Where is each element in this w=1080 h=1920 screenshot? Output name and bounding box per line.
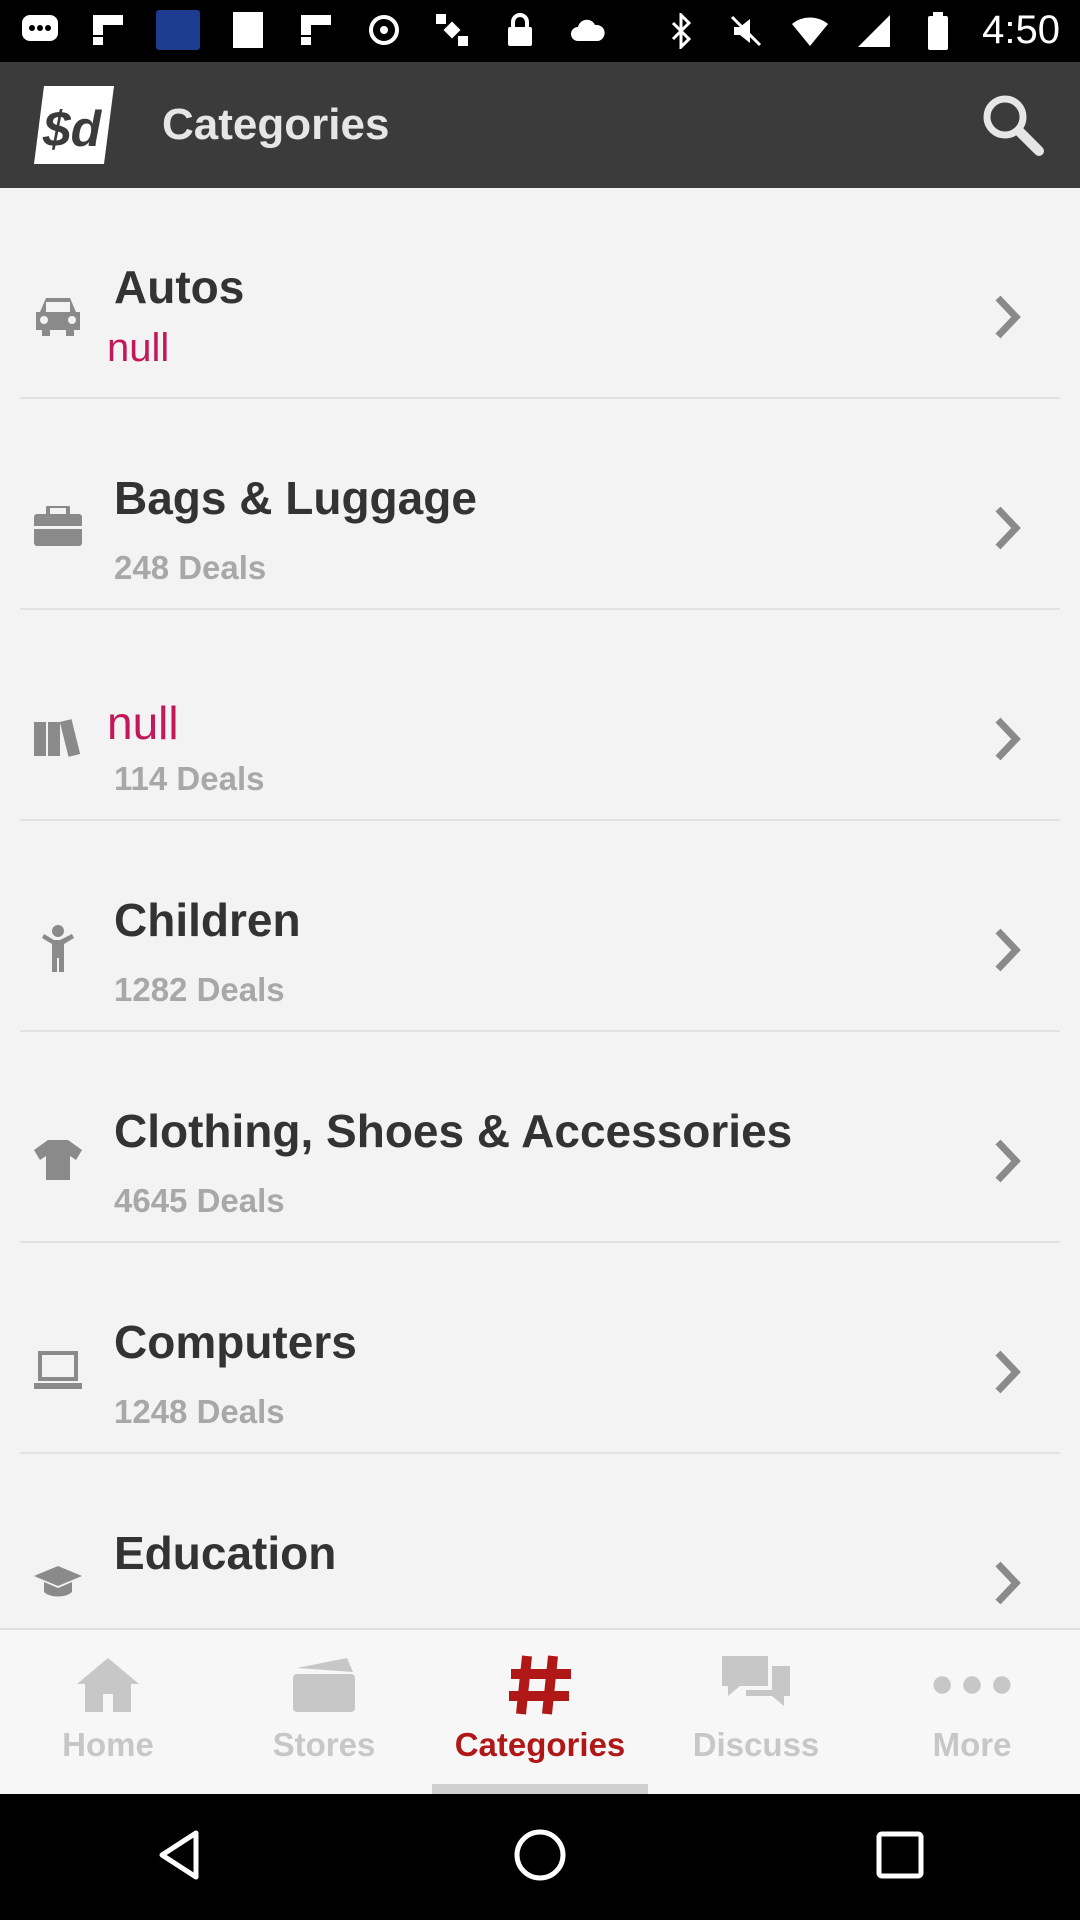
bluetooth-icon: [662, 11, 702, 51]
chevron-right-icon: [995, 1350, 1021, 1394]
nav-more[interactable]: More: [864, 1630, 1080, 1794]
app-logo[interactable]: $d: [34, 86, 114, 164]
chevron-right-icon: [995, 506, 1021, 550]
nav-stores[interactable]: Stores: [216, 1630, 432, 1794]
category-row-autos[interactable]: Autos null: [0, 188, 1080, 399]
chevron-right-icon: [995, 1561, 1021, 1605]
nav-label: Categories: [454, 1726, 626, 1763]
chevron-right-icon: [995, 717, 1021, 761]
bottom-nav: Home Stores Categories Discuss More: [0, 1628, 1080, 1794]
category-deal-count: 1248 Deals: [114, 1393, 285, 1430]
app-bar: $d Categories: [0, 62, 1080, 188]
back-button[interactable]: [140, 1817, 220, 1897]
laptop-icon: [30, 1343, 86, 1399]
nav-home[interactable]: Home: [0, 1630, 216, 1794]
wifi-icon: [790, 11, 830, 51]
clock: 4:50: [982, 8, 1060, 52]
search-icon: [977, 89, 1047, 164]
hash-icon: [500, 1650, 580, 1720]
message-icon: [20, 10, 60, 50]
nav-indicator: [864, 1784, 1080, 1794]
blank-icon: [228, 10, 268, 50]
battery-icon: [918, 11, 958, 51]
nav-label: Home: [62, 1726, 154, 1763]
page-title: Categories: [162, 100, 390, 149]
kbs-news-icon: [156, 10, 200, 50]
category-row-children[interactable]: Children 1282 Deals: [0, 821, 1080, 1032]
category-row-computers[interactable]: Computers 1248 Deals: [0, 1243, 1080, 1454]
more-dots-icon: [932, 1650, 1012, 1720]
chevron-right-icon: [995, 1139, 1021, 1183]
child-icon: [30, 921, 86, 977]
chevron-right-icon: [995, 295, 1021, 339]
nav-indicator: [0, 1784, 216, 1794]
category-deal-count: 4645 Deals: [114, 1182, 285, 1219]
recents-icon: [874, 1829, 926, 1886]
cloud-icon: [568, 10, 608, 50]
lock-icon: [500, 10, 540, 50]
nav-label: Stores: [272, 1726, 376, 1763]
category-row-education[interactable]: Education: [0, 1454, 1080, 1628]
category-name: Education: [114, 1527, 337, 1579]
status-bar: 4:50: [0, 0, 1080, 62]
recents-button[interactable]: [860, 1817, 940, 1897]
home-button[interactable]: [500, 1817, 580, 1897]
category-row-clothing[interactable]: Clothing, Shoes & Accessories 4645 Deals: [0, 1032, 1080, 1243]
nav-indicator: [216, 1784, 432, 1794]
stores-icon: [284, 1650, 364, 1720]
notification-icons: [20, 10, 608, 50]
tshirt-icon: [30, 1132, 86, 1188]
category-name: Bags & Luggage: [114, 472, 477, 524]
category-name: null: [107, 697, 179, 749]
nav-label: Discuss: [692, 1726, 820, 1763]
nav-indicator: [648, 1784, 864, 1794]
category-row-bags-luggage[interactable]: Bags & Luggage 248 Deals: [0, 399, 1080, 610]
category-name: Computers: [114, 1316, 357, 1368]
chat-icon: [716, 1650, 796, 1720]
category-row-null[interactable]: null 114 Deals: [0, 610, 1080, 821]
home-icon: [68, 1650, 148, 1720]
silent-icon: [726, 11, 766, 51]
nav-discuss[interactable]: Discuss: [648, 1630, 864, 1794]
car-icon: [30, 288, 86, 344]
category-name: Autos: [114, 261, 245, 313]
category-deal-count: null: [107, 326, 170, 370]
nav-label: More: [932, 1726, 1012, 1763]
category-deal-count: 248 Deals: [114, 549, 267, 586]
chevron-right-icon: [995, 928, 1021, 972]
home-circle-icon: [512, 1827, 568, 1888]
category-name: Children: [114, 894, 301, 946]
nav-categories[interactable]: Categories: [432, 1630, 648, 1794]
system-nav-bar: [0, 1794, 1080, 1920]
briefcase-icon: [30, 499, 86, 555]
flipboard-icon: [296, 10, 336, 50]
category-deal-count: 114 Deals: [114, 760, 265, 797]
signal-icon: [854, 11, 894, 51]
graduation-cap-icon: [30, 1554, 86, 1610]
search-button[interactable]: [972, 86, 1052, 166]
category-deal-count: 1282 Deals: [114, 971, 285, 1008]
nav-indicator: [432, 1784, 648, 1794]
books-icon: [30, 710, 86, 766]
flipboard-icon: [88, 10, 128, 50]
back-icon: [152, 1827, 208, 1888]
satellite-icon: [432, 10, 472, 50]
system-status-icons: 4:50: [662, 8, 1060, 53]
category-list[interactable]: Autos null Bags & Luggage 248 Deals null…: [0, 188, 1080, 1628]
svg-text:$d: $d: [42, 101, 103, 157]
category-name: Clothing, Shoes & Accessories: [114, 1105, 793, 1157]
sync-icon: [364, 10, 404, 50]
